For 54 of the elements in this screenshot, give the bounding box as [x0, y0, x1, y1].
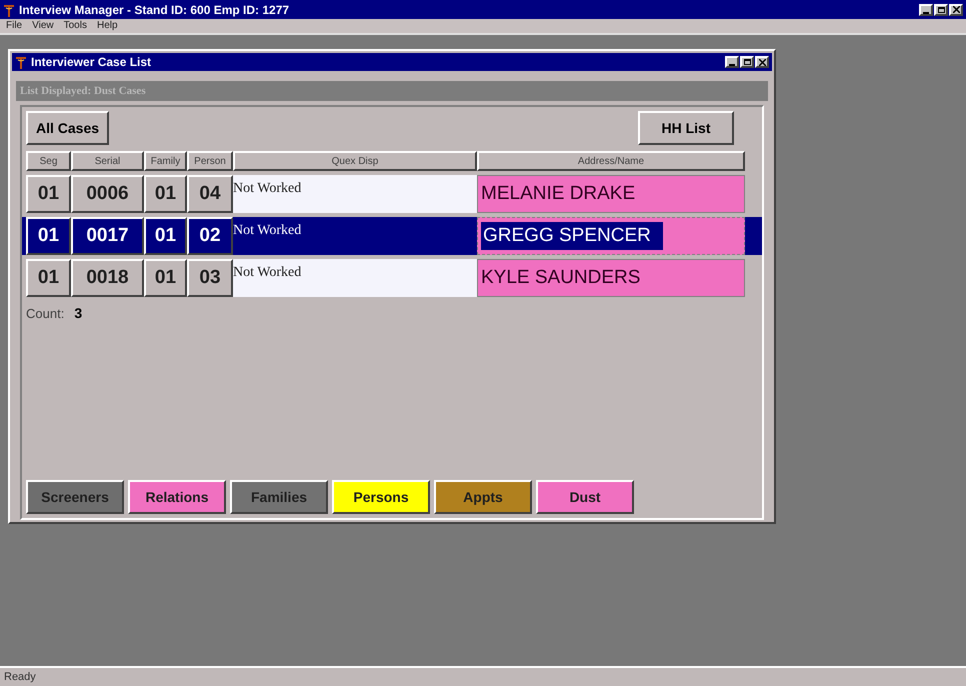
minimize-button[interactable]: [725, 56, 739, 68]
category-button[interactable]: Dust: [536, 480, 634, 514]
menu-item[interactable]: Help: [96, 21, 118, 31]
table-cell: 01: [26, 175, 71, 213]
table-cell: 0006: [71, 175, 144, 213]
table-cell: 04: [187, 175, 233, 213]
table-cell: 01: [26, 217, 71, 255]
maximize-button[interactable]: [934, 4, 948, 16]
close-icon: [952, 6, 960, 13]
category-button[interactable]: Persons: [332, 480, 430, 514]
menu-item[interactable]: View: [32, 21, 54, 31]
count-value: 3: [74, 304, 82, 323]
close-icon: [758, 58, 766, 66]
all-cases-button[interactable]: All Cases: [26, 111, 110, 145]
table-cell: GREGG SPENCER: [477, 217, 745, 255]
column-header[interactable]: Quex Disp: [233, 151, 477, 171]
menu-item[interactable]: File: [6, 21, 22, 31]
list-displayed-label: List Displayed: Dust Cases: [20, 84, 146, 99]
table-row[interactable]: 01 0018 01 03 Not Worked KYLE SAUNDERS: [26, 259, 758, 297]
table-cell: MELANIE DRAKE: [477, 175, 745, 213]
maximize-button[interactable]: [740, 56, 754, 68]
table-cell: 01: [144, 175, 187, 213]
count-label: Count:: [26, 304, 64, 323]
table-cell: 0017: [71, 217, 144, 255]
table-cell: 01: [144, 217, 187, 255]
category-button[interactable]: Screeners: [26, 480, 124, 514]
app-icon: [15, 55, 27, 69]
category-button[interactable]: Relations: [128, 480, 226, 514]
child-window-title: Interviewer Case List: [31, 54, 152, 71]
table-cell: 01: [144, 259, 187, 297]
close-button[interactable]: [755, 56, 769, 68]
column-header[interactable]: Seg: [26, 151, 71, 171]
table-cell: 0018: [71, 259, 144, 297]
table-cell: Not Worked: [233, 175, 477, 213]
category-button[interactable]: Appts: [434, 480, 532, 514]
table-row[interactable]: 01 0017 01 02 Not Worked GREGG SPENCER: [22, 217, 762, 255]
column-header[interactable]: Address/Name: [477, 151, 745, 171]
category-button[interactable]: Families: [230, 480, 328, 514]
column-header[interactable]: Person: [187, 151, 233, 171]
column-header[interactable]: Serial: [71, 151, 144, 171]
menu-item[interactable]: Tools: [64, 21, 87, 31]
status-text: Ready: [4, 670, 36, 685]
column-header[interactable]: Family: [144, 151, 187, 171]
table-cell: 03: [187, 259, 233, 297]
window-title: Interview Manager - Stand ID: 600 Emp ID: 1277: [19, 2, 290, 18]
app-icon: [3, 2, 15, 16]
hh-list-button[interactable]: HH List: [638, 111, 734, 145]
table-row[interactable]: 01 0006 01 04 Not Worked MELANIE DRAKE: [26, 175, 758, 213]
table-cell: 02: [187, 217, 233, 255]
minimize-button[interactable]: [919, 4, 933, 16]
table-cell: 01: [26, 259, 71, 297]
table-cell: KYLE SAUNDERS: [477, 259, 745, 297]
table-cell: Not Worked: [233, 259, 477, 297]
close-button[interactable]: [949, 4, 963, 16]
